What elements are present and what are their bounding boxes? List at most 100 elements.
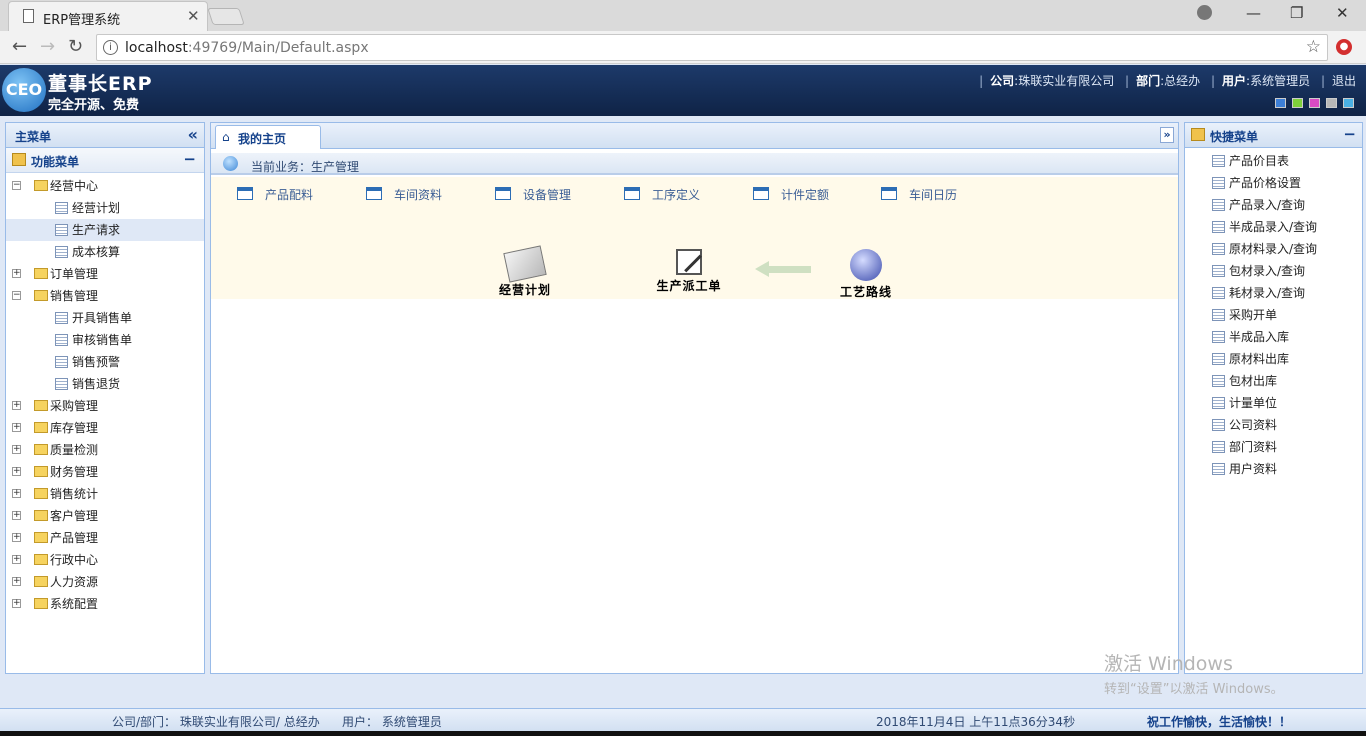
quick-menu-label: 半成品入库 — [1229, 330, 1290, 344]
tree-leaf[interactable]: 成本核算 — [6, 241, 204, 263]
expand-node-icon[interactable]: + — [12, 489, 21, 498]
forward-icon[interactable]: → — [40, 36, 55, 57]
theme-swatch-0[interactable] — [1275, 98, 1286, 108]
page-icon — [1212, 397, 1225, 409]
logout-link[interactable]: 退出 — [1332, 74, 1356, 88]
page-icon — [55, 224, 68, 236]
flow-label: 经营计划 — [498, 283, 551, 297]
page-icon — [55, 312, 68, 324]
expand-node-icon[interactable]: + — [12, 577, 21, 586]
tree-folder[interactable]: + 销售统计 — [6, 483, 204, 505]
main-content-panel: ⌂ 我的主页 » 当前业务：生产管理 经营计划 生产派工单 工艺路线 产品配料 车… — [210, 122, 1179, 674]
quick-menu-item[interactable]: 原材料录入/查询 — [1185, 238, 1362, 260]
tab-close-icon[interactable]: ✕ — [187, 7, 200, 25]
tree-folder[interactable]: + 质量检测 — [6, 439, 204, 461]
tab-home-label: 我的主页 — [238, 132, 287, 146]
expand-node-icon[interactable]: + — [12, 511, 21, 520]
quick-menu-item[interactable]: 部门资料 — [1185, 436, 1362, 458]
tree-folder[interactable]: − 销售管理 — [6, 285, 204, 307]
collapse-section-icon[interactable]: − — [183, 150, 196, 168]
tree-leaf[interactable]: 审核销售单 — [6, 329, 204, 351]
bookmark-star-icon[interactable]: ☆ — [1306, 37, 1321, 57]
collapse-left-icon[interactable]: « — [188, 125, 198, 144]
flow-label: 工艺路线 — [839, 285, 892, 299]
quick-menu-item[interactable]: 用户资料 — [1185, 458, 1362, 480]
tree-leaf[interactable]: 生产请求 — [6, 219, 204, 241]
address-bar[interactable]: i localhost:49769/Main/Default.aspx ☆ — [96, 34, 1328, 61]
expand-node-icon[interactable]: + — [12, 269, 21, 278]
theme-swatch-4[interactable] — [1343, 98, 1354, 108]
main-menu-title: 主菜单 — [15, 130, 52, 144]
flow-process-route[interactable]: 工艺路线 — [835, 249, 897, 300]
tab-list-icon[interactable]: » — [1160, 127, 1174, 143]
tree-folder[interactable]: + 客户管理 — [6, 505, 204, 527]
reload-icon[interactable]: ↻ — [68, 36, 83, 57]
tree-folder[interactable]: + 系统配置 — [6, 593, 204, 615]
expand-node-icon[interactable]: + — [12, 599, 21, 608]
quick-menu-item[interactable]: 计量单位 — [1185, 392, 1362, 414]
collapse-right-icon[interactable]: − — [1343, 125, 1356, 143]
tree-folder[interactable]: + 采购管理 — [6, 395, 204, 417]
expand-node-icon[interactable]: + — [12, 533, 21, 542]
expand-node-icon[interactable]: + — [12, 401, 21, 410]
expand-node-icon[interactable]: + — [12, 555, 21, 564]
quick-menu-item[interactable]: 半成品入库 — [1185, 326, 1362, 348]
flow-dispatch-order[interactable]: 生产派工单 — [649, 249, 729, 294]
collapse-node-icon[interactable]: − — [12, 181, 21, 190]
back-icon[interactable]: ← — [12, 36, 27, 57]
page-icon — [1212, 353, 1225, 365]
tree-folder[interactable]: + 人力资源 — [6, 571, 204, 593]
function-menu-header[interactable]: 功能菜单 − — [6, 148, 204, 173]
new-tab-button[interactable] — [207, 8, 245, 25]
collapse-node-icon[interactable]: − — [12, 291, 21, 300]
quick-menu-item[interactable]: 产品价目表 — [1185, 150, 1362, 172]
quick-menu-label: 半成品录入/查询 — [1229, 220, 1318, 234]
tree-label: 审核销售单 — [72, 333, 133, 347]
minimize-icon[interactable]: — — [1246, 4, 1261, 22]
tree-folder[interactable]: + 行政中心 — [6, 549, 204, 571]
theme-swatch-1[interactable] — [1292, 98, 1303, 108]
flow-business-plan[interactable]: 经营计划 — [495, 245, 555, 298]
page-icon — [1212, 441, 1225, 453]
quick-menu-item[interactable]: 包材录入/查询 — [1185, 260, 1362, 282]
folder-icon — [34, 268, 48, 279]
tree-leaf[interactable]: 销售退货 — [6, 373, 204, 395]
tree-leaf[interactable]: 销售预警 — [6, 351, 204, 373]
expand-node-icon[interactable]: + — [12, 423, 21, 432]
user-value: 系统管理员 — [1250, 74, 1311, 88]
maximize-icon[interactable]: ❐ — [1290, 4, 1303, 22]
module-label: 工序定义 — [652, 188, 701, 202]
tree-label: 采购管理 — [50, 399, 99, 413]
tree-leaf[interactable]: 经营计划 — [6, 197, 204, 219]
theme-swatch-2[interactable] — [1309, 98, 1320, 108]
tree-folder[interactable]: + 产品管理 — [6, 527, 204, 549]
quick-menu-item[interactable]: 包材出库 — [1185, 370, 1362, 392]
folder-icon — [34, 488, 48, 499]
expand-node-icon[interactable]: + — [12, 445, 21, 454]
status-bar: 公司/部门： 珠联实业有限公司/ 总经办 用户： 系统管理员 2018年11月4… — [0, 708, 1366, 731]
quick-menu-item[interactable]: 耗材录入/查询 — [1185, 282, 1362, 304]
tree-leaf[interactable]: 开具销售单 — [6, 307, 204, 329]
theme-swatch-3[interactable] — [1326, 98, 1337, 108]
quick-menu-label: 原材料出库 — [1229, 352, 1290, 366]
quick-menu-item[interactable]: 产品录入/查询 — [1185, 194, 1362, 216]
tab-home[interactable]: ⌂ 我的主页 — [215, 125, 321, 149]
close-window-icon[interactable]: ✕ — [1336, 4, 1349, 22]
tree-label: 经营中心 — [50, 179, 99, 193]
extension-icon[interactable]: ● — [1336, 39, 1352, 55]
page-icon — [55, 378, 68, 390]
quick-menu-item[interactable]: 产品价格设置 — [1185, 172, 1362, 194]
tree-folder[interactable]: + 财务管理 — [6, 461, 204, 483]
quick-menu-label: 产品价格设置 — [1229, 176, 1302, 190]
quick-menu-item[interactable]: 原材料出库 — [1185, 348, 1362, 370]
quick-menu-item[interactable]: 半成品录入/查询 — [1185, 216, 1362, 238]
browser-tab[interactable]: ERP管理系统 ✕ — [8, 1, 208, 31]
site-info-icon[interactable]: i — [103, 40, 118, 55]
expand-node-icon[interactable]: + — [12, 467, 21, 476]
quick-menu-item[interactable]: 公司资料 — [1185, 414, 1362, 436]
tree-folder[interactable]: + 订单管理 — [6, 263, 204, 285]
quick-menu-item[interactable]: 采购开单 — [1185, 304, 1362, 326]
profile-icon[interactable] — [1197, 5, 1212, 20]
tree-folder[interactable]: + 库存管理 — [6, 417, 204, 439]
tree-folder[interactable]: − 经营中心 — [6, 175, 204, 197]
